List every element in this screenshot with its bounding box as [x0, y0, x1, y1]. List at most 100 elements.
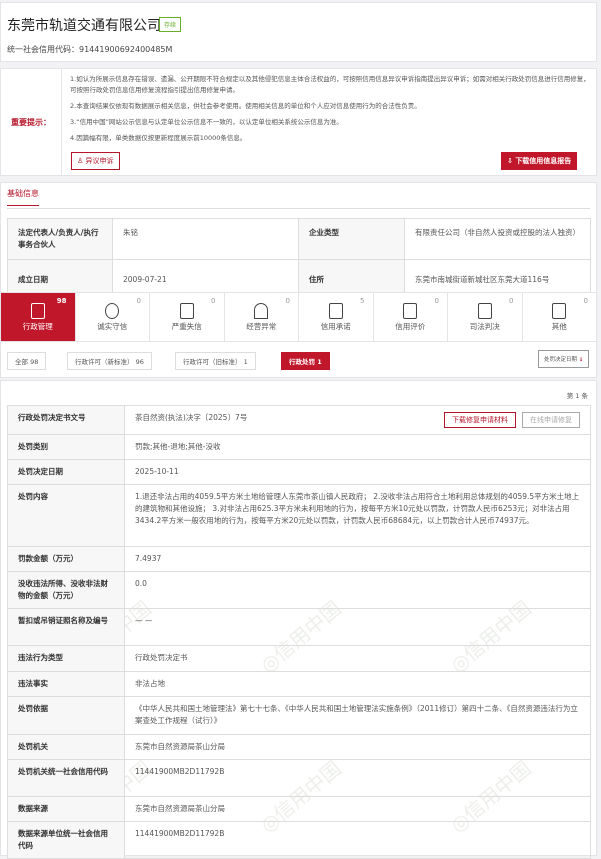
table-row: 没收违法所得、没收非法财物的金额（万元） 0.0	[7, 571, 591, 609]
appeal-button[interactable]: ♙ 异议申诉	[71, 152, 120, 170]
field-label: 暂扣或吊销证照名称及编号	[7, 608, 125, 646]
field-label: 处罚内容	[7, 484, 125, 547]
printer-icon	[179, 303, 194, 319]
field-value: 在线申请修复 下载修复申请材料 茶自然资(执法)决字〔2025〕7号	[124, 405, 591, 435]
field-label: 处罚决定日期	[7, 459, 125, 485]
filter-license-new[interactable]: 行政许可（新标准） 96	[67, 352, 152, 370]
sort-button[interactable]: 处罚决定日期 ↓	[538, 350, 590, 368]
table-row: 处罚依据 《中华人民共和国土地管理法》第七十七条、《中华人民共和国土地管理法实施条…	[7, 696, 591, 735]
notice-line: 3.“信用中国”网站公示信息与认定单位公示信息不一致的，以认定单位相关系统公示信…	[70, 118, 343, 126]
tab-count: 0	[509, 297, 514, 305]
notice-label: 重要提示：	[1, 69, 62, 175]
company-name: 东莞市轨道交通有限公司	[7, 18, 161, 34]
basic-info-table: 法定代表人/负责人/执行事务合伙人 朱铭 企业类型 有限责任公司（非自然人投资或…	[7, 218, 591, 300]
filter-penalty[interactable]: 行政处罚 1	[281, 352, 330, 370]
tab-label: 其他	[551, 322, 567, 331]
tab-credit-evaluation[interactable]: 0 信用评价	[374, 293, 448, 341]
tab-label: 诚实守信	[97, 322, 128, 331]
table-row: 违法行为类型 行政处罚决定书	[7, 645, 591, 672]
tab-label: 经营异常	[246, 322, 277, 331]
tab-honesty[interactable]: 0 诚实守信	[76, 293, 150, 341]
filter-bar: 全部 98 行政许可（新标准） 96 行政许可（旧标准） 1 行政处罚 1 处罚…	[0, 342, 597, 378]
table-row: 数据来源单位统一社会信用代码 11441900MB2D11792B	[7, 821, 591, 859]
sort-label: 处罚决定日期	[544, 357, 578, 363]
table-row: 暂扣或吊销证照名称及编号 — —	[7, 608, 591, 646]
field-value: 《中华人民共和国土地管理法》第七十七条、《中华人民共和国土地管理法实施条例》（2…	[124, 696, 591, 735]
form-edit-icon	[403, 303, 418, 319]
basic-info-panel: 基础信息 法定代表人/负责人/执行事务合伙人 朱铭 企业类型 有限责任公司（非自…	[0, 182, 597, 300]
filter-all[interactable]: 全部 98	[7, 352, 47, 370]
tab-count: 0	[285, 297, 290, 305]
field-label: 处罚类别	[7, 434, 125, 460]
table-row: 处罚类别 罚款;其他-退地;其他-没收	[7, 434, 591, 460]
field-label: 没收违法所得、没收非法财物的金额（万元）	[7, 571, 125, 609]
notice-line: 4.因篇幅有限，单类数据仅按更新程度展示前10000条信息。	[70, 134, 247, 142]
alarm-icon	[254, 303, 269, 319]
tab-count: 98	[56, 297, 67, 305]
status-badge: 存续	[159, 17, 182, 32]
field-label: 违法事实	[7, 671, 125, 697]
table-row: 处罚决定日期 2025-10-11	[7, 459, 591, 485]
field-label: 处罚依据	[7, 696, 125, 735]
field-value: 2025-10-11	[124, 459, 591, 485]
field-label: 数据来源单位统一社会信用代码	[7, 821, 125, 859]
field-value: 有限责任公司（非自然人投资或控股的法人独资）	[404, 218, 591, 260]
field-label: 法定代表人/负责人/执行事务合伙人	[7, 218, 113, 260]
gavel-document-icon	[477, 303, 492, 319]
penalty-detail: ◎信用中国 ◎信用中国 ◎信用中国 ◎信用中国 ◎信用中国 ◎信用中国 第 1 …	[0, 380, 597, 859]
company-header: 东莞市轨道交通有限公司 存续 统一社会信用代码：9144190069240048…	[0, 2, 597, 62]
tab-count: 0	[136, 297, 141, 305]
tab-count: 0	[583, 297, 588, 305]
field-value: 行政处罚决定书	[124, 645, 591, 672]
field-label: 处罚机关统一社会信用代码	[7, 759, 125, 797]
field-value: 东莞市自然资源局茶山分局	[124, 734, 591, 760]
tab-label: 信用评价	[395, 322, 426, 331]
download-repair-materials-button[interactable]: 下载修复申请材料	[444, 412, 516, 428]
field-label: 罚款金额（万元）	[7, 546, 125, 572]
tab-count: 0	[211, 297, 216, 305]
online-repair-button[interactable]: 在线申请修复	[522, 412, 580, 428]
field-value: 7.4937	[124, 546, 591, 572]
divider	[7, 208, 590, 209]
table-row: 处罚机关 东莞市自然资源局茶山分局	[7, 734, 591, 760]
notice-line: 1.如认为所展示信息存在错误、遗漏、公开期限不符合规定以及其他侵犯信息主体合法权…	[70, 75, 590, 94]
field-value: 1.退还非法占用的4059.5平方米土地给管理人东莞市茶山镇人民政府； 2.没收…	[124, 484, 591, 547]
field-value: 东莞市自然资源局茶山分局	[124, 796, 591, 822]
sort-arrow-icon: ↓	[578, 357, 584, 363]
tab-admin-management[interactable]: 98 行政管理	[1, 293, 76, 341]
tab-count: 5	[360, 297, 365, 305]
tab-business-abnormal[interactable]: 0 经营异常	[225, 293, 299, 341]
table-row: 违法事实 非法占地	[7, 671, 591, 697]
tab-other[interactable]: 0 其他	[523, 293, 597, 341]
document-person-icon	[30, 303, 45, 319]
field-value: 0.0	[124, 571, 591, 609]
filter-license-old[interactable]: 行政许可（旧标准） 1	[175, 352, 256, 370]
field-value: 非法占地	[124, 671, 591, 697]
penalty-table: 行政处罚决定书文号 在线申请修复 下载修复申请材料 茶自然资(执法)决字〔2025〕7…	[7, 405, 591, 859]
field-label: 数据来源	[7, 796, 125, 822]
appeal-label: 异议申诉	[85, 157, 114, 165]
table-row: 数据来源 东莞市自然资源局茶山分局	[7, 796, 591, 822]
field-value: 11441900MB2D11792B	[124, 759, 591, 797]
table-row: 处罚机关统一社会信用代码 11441900MB2D11792B	[7, 759, 591, 797]
appeal-icon: ♙	[77, 157, 86, 165]
tab-credit-commitment[interactable]: 5 信用承诺	[299, 293, 374, 341]
table-row: 罚款金额（万元） 7.4937	[7, 546, 591, 572]
table-row: 行政处罚决定书文号 在线申请修复 下载修复申请材料 茶自然资(执法)决字〔2025〕7…	[7, 405, 591, 435]
document-grid-icon	[552, 303, 567, 319]
notice-line: 2.本查询结果仅依现有数据展示相关信息，供社会参考使用。使用相关信息的单位和个人…	[70, 102, 421, 110]
field-label: 处罚机关	[7, 734, 125, 760]
tab-basic-info[interactable]: 基础信息	[7, 188, 39, 206]
tab-serious-dishonesty[interactable]: 0 严重失信	[150, 293, 225, 341]
download-report-button[interactable]: ⇩ 下载信用信息报告	[501, 152, 578, 170]
field-label: 行政处罚决定书文号	[7, 405, 125, 435]
field-label: 企业类型	[298, 218, 405, 260]
table-row: 处罚内容 1.退还非法占用的4059.5平方米土地给管理人东莞市茶山镇人民政府； …	[7, 484, 591, 547]
shield-icon	[105, 303, 120, 319]
tab-label: 信用承诺	[320, 322, 351, 331]
category-tabs: 98 行政管理 0 诚实守信 0 严重失信 0 经营异常 5 信用承诺 0 信用评价 0 司法…	[0, 292, 597, 342]
field-value: 罚款;其他-退地;其他-没收	[124, 434, 591, 460]
field-label: 违法行为类型	[7, 645, 125, 672]
tab-judicial[interactable]: 0 司法判决	[448, 293, 523, 341]
tab-label: 严重失信	[171, 322, 202, 331]
